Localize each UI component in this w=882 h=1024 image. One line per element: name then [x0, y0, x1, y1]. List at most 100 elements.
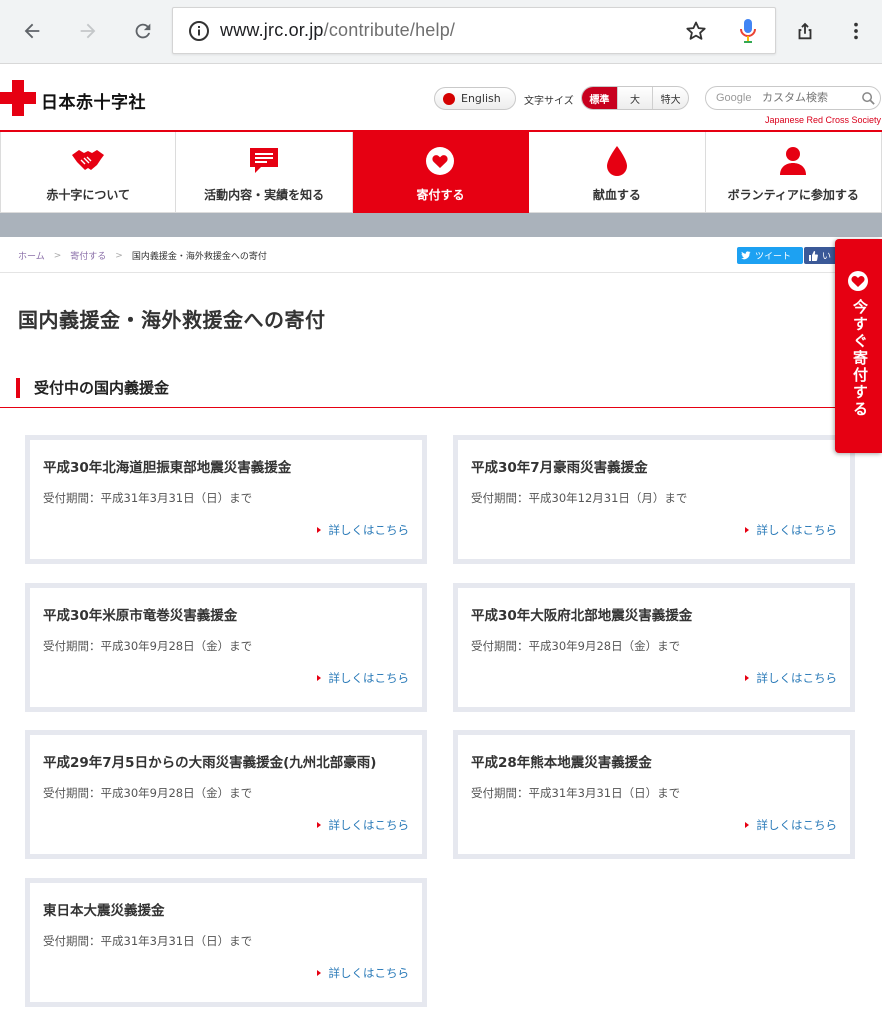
share-button[interactable]	[790, 16, 820, 46]
address-bar[interactable]: www.jrc.or.jp/contribute/help/	[172, 7, 776, 54]
triangle-right-icon	[744, 822, 749, 828]
nav-item-activities[interactable]: 活動内容・実績を知る	[176, 132, 353, 213]
card-link-label: 詳しくはこちら	[756, 818, 838, 832]
font-size-xlarge[interactable]: 特大	[652, 87, 688, 109]
card-link[interactable]: 詳しくはこちら	[316, 965, 410, 981]
thumbs-up-icon	[809, 250, 818, 261]
person-icon	[780, 147, 807, 175]
card-link[interactable]: 詳しくはこちら	[744, 522, 838, 538]
card-title: 東日本大震災義援金	[43, 903, 165, 919]
triangle-right-icon	[744, 527, 749, 533]
card-period: 受付期間：平成30年9月28日（金）まで	[43, 786, 253, 800]
forward-arrow-icon	[80, 23, 96, 39]
search-icon[interactable]	[861, 91, 876, 106]
card-link[interactable]: 詳しくはこちら	[744, 817, 838, 833]
card-period: 受付期間：平成30年9月28日（金）まで	[43, 639, 253, 653]
url-path: /contribute/help/	[323, 20, 456, 40]
browser-toolbar: www.jrc.or.jp/contribute/help/	[0, 0, 882, 64]
nav-item-blood-donation[interactable]: 献血する	[529, 132, 706, 213]
tweet-button[interactable]: ツイート	[737, 247, 803, 264]
font-size-large[interactable]: 大	[616, 87, 653, 109]
menu-button[interactable]	[841, 16, 871, 46]
page-title: 国内義援金・海外救援金への寄付	[18, 308, 326, 332]
forward-button[interactable]	[73, 16, 103, 46]
chevron-right-icon: >	[115, 250, 123, 261]
font-size-standard[interactable]: 標準	[582, 87, 617, 109]
blood-drop-icon	[606, 146, 627, 176]
triangle-right-icon	[744, 675, 749, 681]
nav-label: 赤十字について	[46, 188, 131, 202]
google-label: Google	[716, 92, 752, 104]
english-label: English	[461, 92, 501, 105]
back-button[interactable]	[17, 16, 47, 46]
section-title: 受付中の国内義援金	[16, 378, 169, 398]
bookmark-star-icon[interactable]	[684, 19, 708, 43]
nav-label: 活動内容・実績を知る	[204, 188, 325, 202]
card-link-label: 詳しくはこちら	[328, 966, 410, 980]
card-link[interactable]: 詳しくはこちら	[744, 670, 838, 686]
triangle-right-icon	[316, 675, 321, 681]
donation-card: 平成30年大阪府北部地震災害義援金 受付期間：平成30年9月28日（金）まで 詳…	[453, 583, 855, 712]
english-button[interactable]: English	[434, 87, 516, 110]
card-link[interactable]: 詳しくはこちら	[316, 817, 410, 833]
divider-band	[0, 213, 882, 237]
card-period: 受付期間：平成30年12月31日（月）まで	[471, 491, 688, 505]
breadcrumb-divider	[0, 272, 840, 273]
card-link-label: 詳しくはこちら	[756, 671, 838, 685]
nav-label: 寄付する	[416, 188, 465, 202]
heart-icon	[426, 147, 455, 175]
speech-bubble-icon	[250, 148, 279, 173]
back-arrow-icon	[24, 23, 40, 39]
nav-item-volunteer[interactable]: ボランティアに参加する	[705, 132, 882, 213]
donation-card: 平成28年熊本地震災害義援金 受付期間：平成31年3月31日（日）まで 詳しくは…	[453, 730, 855, 859]
search-input[interactable]	[762, 90, 858, 106]
card-link[interactable]: 詳しくはこちら	[316, 670, 410, 686]
heart-icon	[848, 271, 868, 291]
url-host: www.jrc.or.jp	[220, 20, 324, 40]
info-icon[interactable]	[187, 19, 211, 43]
float-donate-button[interactable]: 今すぐ寄付する	[835, 239, 882, 453]
card-period: 受付期間：平成31年3月31日（日）まで	[43, 491, 253, 505]
donation-card: 平成30年7月豪雨災害義援金 受付期間：平成30年12月31日（月）まで 詳しく…	[453, 435, 855, 564]
search-box: Google	[705, 86, 881, 110]
card-title: 平成30年北海道胆振東部地震災害義援金	[43, 460, 292, 476]
breadcrumb: ホーム > 寄付する > 国内義援金・海外救援金への寄付	[18, 249, 267, 263]
card-link-label: 詳しくはこちら	[328, 818, 410, 832]
triangle-right-icon	[316, 970, 321, 976]
card-link[interactable]: 詳しくはこちら	[316, 522, 410, 538]
card-period: 受付期間：平成31年3月31日（日）まで	[471, 786, 681, 800]
triangle-right-icon	[316, 527, 321, 533]
more-vert-icon	[854, 22, 858, 40]
donation-card: 平成30年北海道胆振東部地震災害義援金 受付期間：平成31年3月31日（日）まで…	[25, 435, 427, 564]
logo-text[interactable]: 日本赤十字社	[41, 88, 146, 113]
reload-icon	[135, 23, 151, 39]
nav-label: ボランティアに参加する	[727, 188, 859, 202]
breadcrumb-current: 国内義援金・海外救援金への寄付	[131, 252, 267, 262]
reload-button[interactable]	[128, 16, 158, 46]
card-link-label: 詳しくはこちら	[328, 671, 410, 685]
card-period: 受付期間：平成31年3月31日（日）まで	[43, 934, 253, 948]
float-donate-label: 今すぐ寄付する	[851, 299, 869, 418]
globe-icon	[443, 92, 455, 105]
card-period: 受付期間：平成30年9月28日（金）まで	[471, 639, 681, 653]
nav-item-about[interactable]: 赤十字について	[0, 132, 177, 213]
card-link-label: 詳しくはこちら	[328, 523, 410, 537]
card-link-label: 詳しくはこちら	[756, 523, 838, 537]
nav-item-donate[interactable]: 寄付する	[352, 132, 530, 213]
font-size-selector: 標準 大 特大	[581, 86, 689, 110]
tweet-label: ツイート	[755, 252, 792, 262]
card-title: 平成28年熊本地震災害義援金	[471, 755, 652, 771]
font-size-label: 文字サイズ	[524, 96, 574, 107]
triangle-right-icon	[316, 822, 321, 828]
section-divider	[0, 407, 836, 408]
card-title: 平成30年大阪府北部地震災害義援金	[471, 608, 693, 624]
society-name: Japanese Red Cross Society	[764, 115, 881, 125]
chevron-right-icon: >	[53, 250, 62, 261]
microphone-icon[interactable]	[738, 17, 758, 45]
donation-card: 平成29年7月5日からの大雨災害義援金(九州北部豪雨) 受付期間：平成30年9月…	[25, 730, 427, 859]
url-text[interactable]: www.jrc.or.jp/contribute/help/	[220, 20, 455, 41]
breadcrumb-donate[interactable]: 寄付する	[70, 249, 106, 262]
nav-label: 献血する	[592, 188, 641, 202]
site-logo[interactable]	[0, 80, 36, 116]
breadcrumb-home[interactable]: ホーム	[18, 249, 45, 262]
